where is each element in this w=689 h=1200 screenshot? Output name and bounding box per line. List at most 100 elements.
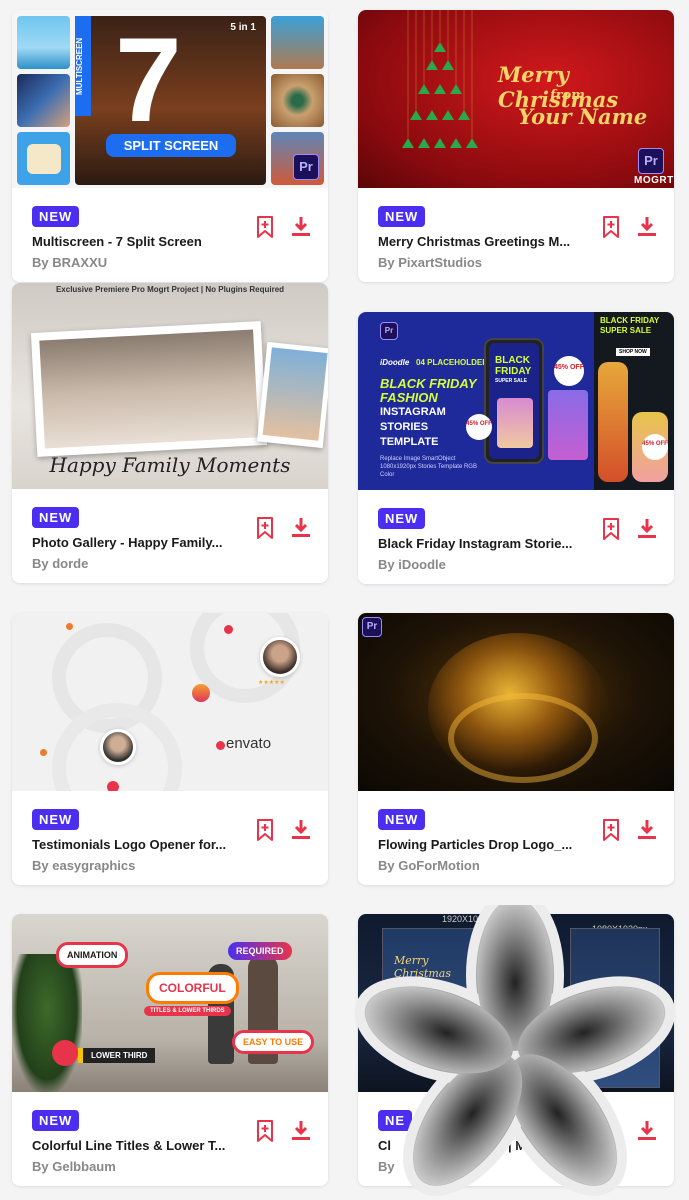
card-meta: NEW Merry Christmas Greetings M... By Pi… xyxy=(358,188,674,282)
brand-name: iDoodle xyxy=(380,358,410,367)
discount-badge: 45% OFF xyxy=(642,434,668,460)
card-author[interactable]: By BRAXXU xyxy=(32,255,107,270)
title-label-5: EASY TO USE xyxy=(232,1030,315,1054)
christmas-tree-art xyxy=(402,10,478,148)
sub-3: TEMPLATE xyxy=(380,436,439,448)
thumbnail[interactable]: MULTISCREEN 5 in 1 7 SPLIT SCREEN Pr xyxy=(12,10,328,188)
avatar xyxy=(100,729,136,765)
card-meta: NEW Black Friday Instagram Storie... By … xyxy=(358,490,674,584)
premiere-pro-icon: Pr xyxy=(293,154,319,180)
thumbnail[interactable]: Merry Christmas from Your Name Pr MOGRT xyxy=(358,10,674,188)
asset-card[interactable]: Pr NEW Flowing Particles Drop Logo_... B… xyxy=(358,613,674,885)
download-icon[interactable] xyxy=(291,819,311,841)
phone-mockup: BLACK FRIDAY SUPER SALE xyxy=(484,338,544,464)
title-label-3: TITLES & LOWER THIRDS xyxy=(144,1006,231,1016)
envato-logo-icon xyxy=(216,741,225,750)
new-badge: NEW xyxy=(32,206,80,227)
sub-1: INSTAGRAM xyxy=(380,406,446,418)
thumbnail[interactable]: ★★★★★ envato xyxy=(12,613,328,791)
photo-frame xyxy=(256,341,328,449)
loading-spinner-icon xyxy=(354,905,676,1196)
download-icon[interactable] xyxy=(291,1120,311,1142)
small-print: Replace Image SmartObject 1080x1920px St… xyxy=(380,456,477,478)
title-label-6: LOWER THIRD xyxy=(78,1048,156,1063)
bookmark-add-icon[interactable] xyxy=(602,818,620,842)
product-strip xyxy=(548,390,588,460)
tile-image xyxy=(17,132,70,185)
premiere-pro-icon: Pr xyxy=(638,148,664,174)
discount-badge: 45% OFF xyxy=(466,414,492,440)
thumbnail[interactable]: Pr xyxy=(358,613,674,791)
new-badge: NEW xyxy=(378,508,426,529)
new-badge: NEW xyxy=(378,809,426,830)
greeting-line3: Your Name xyxy=(518,104,648,129)
card-title[interactable]: Flowing Particles Drop Logo_... xyxy=(378,837,578,852)
card-author[interactable]: By easygraphics xyxy=(32,858,135,873)
download-icon[interactable] xyxy=(637,216,657,238)
script-title: Happy Family Moments xyxy=(49,453,291,477)
download-icon[interactable] xyxy=(291,517,311,539)
download-icon[interactable] xyxy=(291,216,311,238)
side-label: MULTISCREEN xyxy=(75,16,91,116)
title-label-1: ANIMATION xyxy=(56,942,129,968)
card-author[interactable]: By PixartStudios xyxy=(378,255,482,270)
bookmark-add-icon[interactable] xyxy=(256,818,274,842)
phone-text-2: FRIDAY xyxy=(495,366,532,377)
bookmark-add-icon[interactable] xyxy=(256,1119,274,1143)
tag-text: 5 in 1 xyxy=(230,22,256,33)
plant xyxy=(12,954,82,1092)
card-author[interactable]: By iDoodle xyxy=(378,557,446,572)
bookmark-add-icon[interactable] xyxy=(256,215,274,239)
card-meta: NEW Colorful Line Titles & Lower T... By… xyxy=(12,1092,328,1186)
card-title[interactable]: Photo Gallery - Happy Family... xyxy=(32,535,232,550)
bookmark-add-icon[interactable] xyxy=(602,517,620,541)
bookmark-add-icon[interactable] xyxy=(256,516,274,540)
card-title[interactable]: Testimonials Logo Opener for... xyxy=(32,837,232,852)
dot xyxy=(66,623,73,630)
tile-image xyxy=(271,16,324,69)
premiere-pro-icon: Pr xyxy=(362,617,382,637)
sub-2: STORIES xyxy=(380,421,429,433)
asset-card[interactable]: ★★★★★ envato NEW Testimonials Logo Opene… xyxy=(12,613,328,885)
card-author[interactable]: By dorde xyxy=(32,556,88,571)
sale-text: BLACK FRIDAY SUPER SALE xyxy=(600,316,660,335)
asset-card[interactable]: ANIMATION COLORFUL TITLES & LOWER THIRDS… xyxy=(12,914,328,1186)
premiere-pro-icon: Pr xyxy=(380,322,398,340)
asset-card[interactable]: Exclusive Premiere Pro Mogrt Project | N… xyxy=(12,283,328,583)
discount-badge: 45% OFF xyxy=(554,356,584,386)
card-author[interactable]: By GoForMotion xyxy=(378,858,480,873)
thumbnail[interactable]: Exclusive Premiere Pro Mogrt Project | N… xyxy=(12,283,328,489)
sale-panel: BLACK FRIDAY SUPER SALE SHOP NOW 45% OFF xyxy=(594,312,674,490)
card-meta: NEW Photo Gallery - Happy Family... By d… xyxy=(12,489,328,583)
asset-card[interactable]: Merry Christmas from Your Name Pr MOGRT … xyxy=(358,10,674,282)
shop-now-label: SHOP NOW xyxy=(616,348,650,356)
card-author[interactable]: By Gelbbaum xyxy=(32,1159,116,1174)
tile-image: Pr xyxy=(271,132,324,185)
tile-image xyxy=(17,74,70,127)
thumbnail[interactable]: ANIMATION COLORFUL TITLES & LOWER THIRDS… xyxy=(12,914,328,1092)
card-title[interactable]: Multiscreen - 7 Split Screen xyxy=(32,234,232,249)
thumbnail[interactable]: Pr iDoodle 04 PLACEHOLDER BLACK FRIDAY F… xyxy=(358,312,674,490)
download-icon[interactable] xyxy=(637,819,657,841)
dot xyxy=(40,749,47,756)
card-title[interactable]: Colorful Line Titles & Lower T... xyxy=(32,1138,232,1153)
new-badge: NEW xyxy=(32,809,80,830)
round-badge xyxy=(52,1040,78,1066)
big-number: 7 xyxy=(115,13,182,147)
asset-card[interactable]: MULTISCREEN 5 in 1 7 SPLIT SCREEN Pr NEW… xyxy=(12,10,328,282)
card-title[interactable]: Black Friday Instagram Storie... xyxy=(378,536,578,551)
phone-text-3: SUPER SALE xyxy=(495,378,527,384)
avatar xyxy=(260,637,300,677)
envato-logo: envato xyxy=(226,735,272,752)
download-icon[interactable] xyxy=(637,518,657,540)
new-badge: NEW xyxy=(32,507,80,528)
asset-card[interactable]: Pr iDoodle 04 PLACEHOLDER BLACK FRIDAY F… xyxy=(358,312,674,584)
header-text: Exclusive Premiere Pro Mogrt Project | N… xyxy=(55,285,285,294)
dot xyxy=(224,625,233,634)
title-label-2: COLORFUL xyxy=(146,972,239,1004)
card-meta: NEW Testimonials Logo Opener for... By e… xyxy=(12,791,328,885)
particle-swirl xyxy=(448,693,598,783)
bookmark-add-icon[interactable] xyxy=(602,215,620,239)
new-badge: NEW xyxy=(378,206,426,227)
card-title[interactable]: Merry Christmas Greetings M... xyxy=(378,234,578,249)
